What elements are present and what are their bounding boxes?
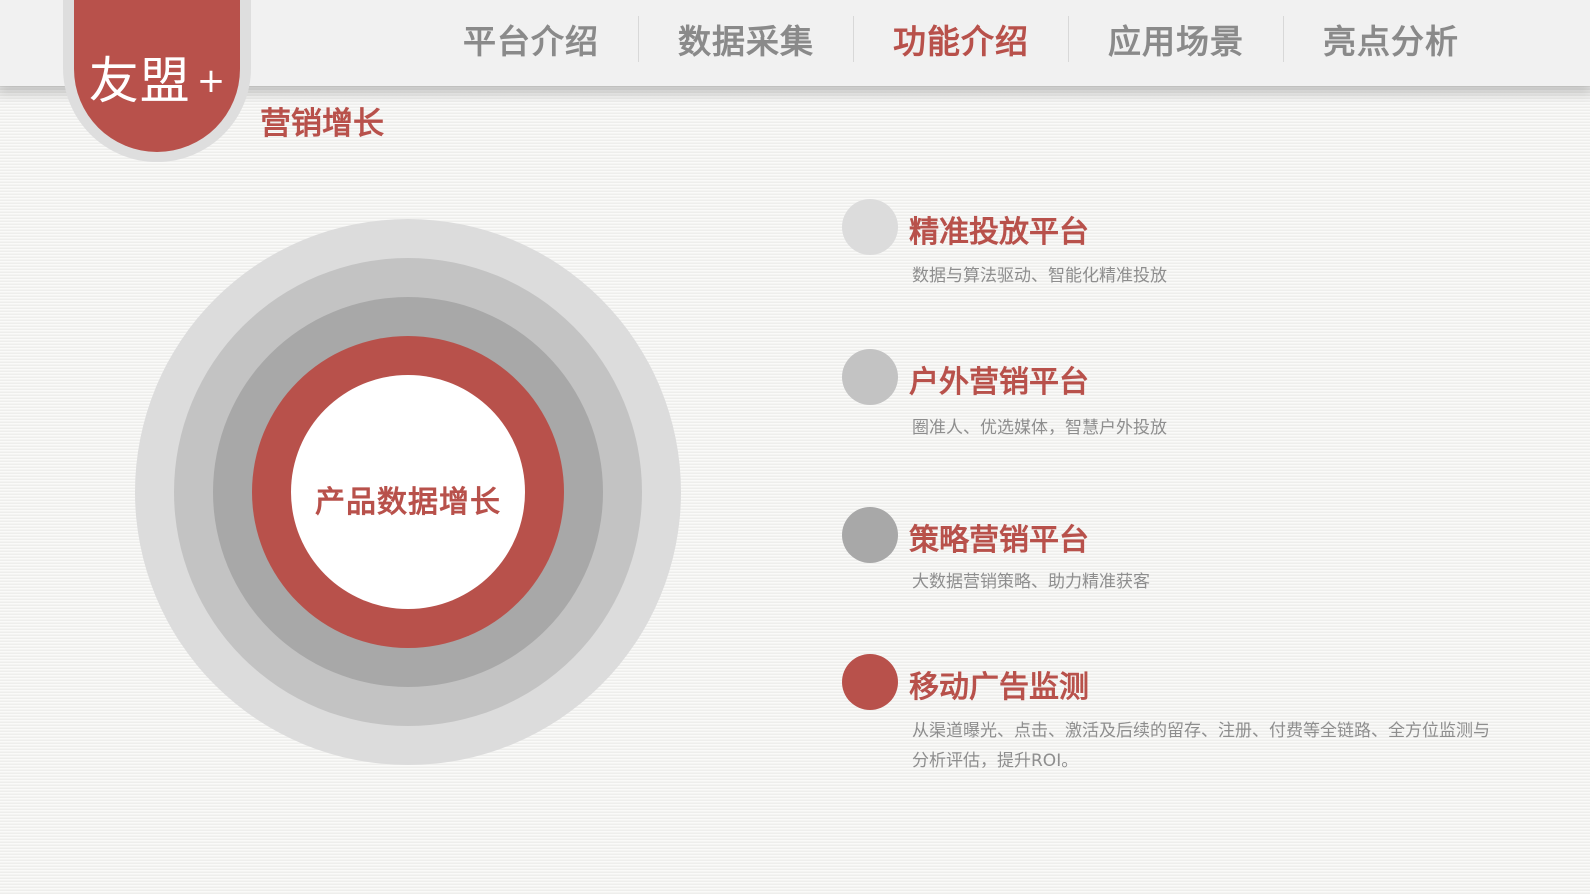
section-title: 营销增长 bbox=[260, 106, 384, 142]
logo-plus: + bbox=[196, 61, 226, 101]
center-label: 产品数据增长 bbox=[315, 485, 501, 520]
feature-dot bbox=[842, 654, 898, 710]
feature-dot bbox=[842, 199, 898, 255]
logo-badge[interactable]: 友盟 + bbox=[63, 0, 251, 162]
nav-tab-platform-intro[interactable]: 平台介绍 bbox=[424, 15, 638, 63]
nav-tab-highlights[interactable]: 亮点分析 bbox=[1284, 15, 1498, 63]
feature-description: 从渠道曝光、点击、激活及后续的留存、注册、付费等全链路、全方位监测与分析评估，提… bbox=[912, 721, 1490, 771]
feature-title: 精准投放平台 bbox=[909, 215, 1089, 250]
nav-tab-features[interactable]: 功能介绍 bbox=[854, 15, 1068, 63]
concentric-rings-diagram: 产品数据增长 bbox=[135, 219, 681, 765]
nav-tab-use-cases[interactable]: 应用场景 bbox=[1069, 15, 1283, 63]
feature-description: 大数据营销策略、助力精准获客 bbox=[912, 572, 1150, 592]
feature-dot bbox=[842, 349, 898, 405]
nav-tab-data-collection[interactable]: 数据采集 bbox=[639, 15, 853, 63]
feature-dot bbox=[842, 507, 898, 563]
main-nav: 平台介绍 数据采集 功能介绍 应用场景 亮点分析 bbox=[424, 14, 1498, 64]
logo: 友盟 + bbox=[74, 0, 240, 152]
feature-description: 圈准人、优选媒体，智慧户外投放 bbox=[912, 418, 1167, 438]
logo-text: 友盟 bbox=[88, 52, 191, 110]
feature-title: 户外营销平台 bbox=[909, 365, 1089, 400]
feature-title: 移动广告监测 bbox=[909, 670, 1089, 705]
center-circle: 产品数据增长 bbox=[291, 375, 525, 609]
feature-description: 数据与算法驱动、智能化精准投放 bbox=[912, 266, 1167, 286]
feature-title: 策略营销平台 bbox=[909, 523, 1089, 558]
